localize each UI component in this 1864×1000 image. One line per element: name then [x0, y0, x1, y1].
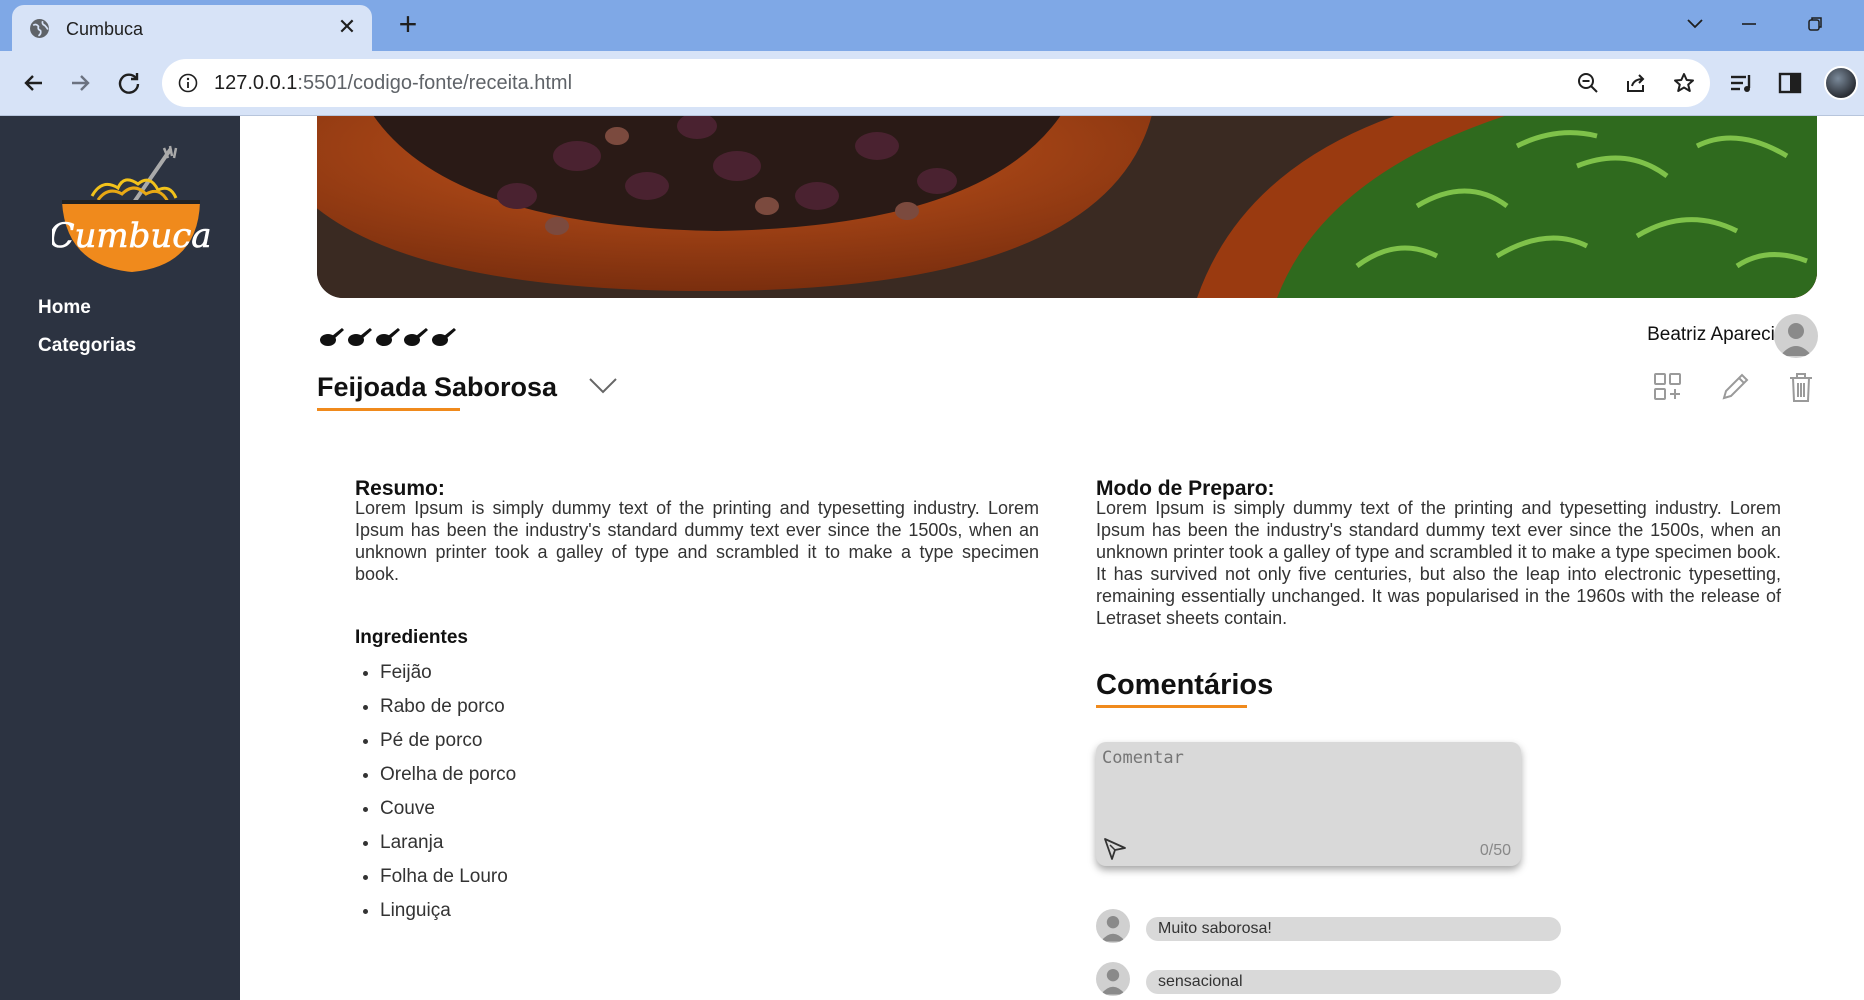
profile-avatar[interactable] — [1824, 66, 1858, 100]
url-text[interactable]: 127.0.0.1:5501/codigo-fonte/receita.html — [214, 72, 572, 95]
site-info-icon[interactable] — [178, 73, 198, 93]
logo-text: Cumbuca — [52, 216, 210, 256]
user-icon — [1100, 915, 1126, 942]
comments-underline — [1096, 705, 1247, 708]
browser-toolbar: 127.0.0.1:5501/codigo-fonte/receita.html — [0, 51, 1864, 116]
side-panel-icon[interactable] — [1776, 69, 1804, 97]
zoom-out-icon[interactable] — [1576, 71, 1600, 95]
summary-text: Lorem Ipsum is simply dummy text of the … — [355, 498, 1039, 584]
restore-icon[interactable] — [1800, 12, 1830, 36]
tab-title: Cumbuca — [66, 19, 144, 39]
media-controls-icon[interactable] — [1728, 69, 1756, 97]
chevron-down-icon[interactable] — [586, 373, 620, 399]
ingredients-heading: Ingredientes — [355, 627, 468, 648]
ingredients-list: Feijão Rabo de porco Pé de porco Orelha … — [355, 662, 516, 934]
char-counter: 0/50 — [1479, 842, 1511, 859]
list-item: Feijão — [380, 662, 516, 696]
send-icon[interactable] — [1102, 836, 1128, 862]
title-underline — [317, 408, 460, 411]
spoon-icon — [348, 328, 372, 346]
comment-form: 0/50 — [1096, 742, 1521, 866]
url-path: :5501/codigo-fonte/receita.html — [297, 72, 573, 94]
list-item: Folha de Louro — [380, 866, 516, 900]
minimize-icon[interactable] — [1734, 12, 1764, 36]
commenter-avatar — [1096, 962, 1130, 996]
trash-icon[interactable] — [1784, 370, 1818, 404]
sidebar-item-home[interactable]: Home — [38, 297, 91, 319]
list-item: Couve — [380, 798, 516, 832]
address-bar[interactable]: 127.0.0.1:5501/codigo-fonte/receita.html — [162, 59, 1710, 107]
spoon-icon — [320, 328, 344, 346]
list-item: Linguiça — [380, 900, 516, 934]
comments-heading: Comentários — [1096, 669, 1274, 701]
method-text: Lorem Ipsum is simply dummy text of the … — [1096, 498, 1781, 628]
comment-text: sensacional — [1146, 970, 1561, 994]
spoon-icon — [432, 328, 456, 346]
author-avatar[interactable] — [1774, 314, 1818, 358]
comment-item: sensacional — [1096, 962, 1561, 996]
list-item: Rabo de porco — [380, 696, 516, 730]
url-host: 127.0.0.1 — [214, 72, 298, 94]
share-icon[interactable] — [1624, 71, 1648, 95]
user-icon — [1100, 968, 1126, 995]
comment-input[interactable] — [1100, 746, 1516, 826]
bookmark-star-icon[interactable] — [1672, 71, 1696, 95]
back-arrow-icon[interactable] — [18, 68, 48, 98]
sidebar-item-categorias[interactable]: Categorias — [38, 335, 136, 357]
commenter-avatar — [1096, 909, 1130, 943]
browser-tab[interactable]: Cumbuca ✕ — [12, 5, 372, 51]
rating-spoons[interactable] — [318, 320, 458, 350]
spoon-icon — [376, 328, 400, 346]
list-item: Orelha de porco — [380, 764, 516, 798]
comment-text: Muito saborosa! — [1146, 917, 1561, 941]
user-icon — [1780, 323, 1812, 356]
recipe-hero-image — [317, 116, 1817, 298]
list-item: Pé de porco — [380, 730, 516, 764]
comment-item: Muito saborosa! — [1096, 909, 1561, 943]
recipe-page: Beatriz Aparecida Feijoada Saborosa Resu… — [240, 116, 1864, 1000]
cumbuca-logo[interactable]: Cumbuca — [52, 144, 210, 284]
sidebar: Cumbuca Home Categorias — [0, 116, 240, 1000]
list-item: Laranja — [380, 832, 516, 866]
close-tab-icon[interactable]: ✕ — [334, 14, 360, 40]
globe-icon — [30, 19, 49, 38]
new-tab-button[interactable]: + — [392, 8, 424, 41]
forward-arrow-icon[interactable] — [66, 68, 96, 98]
tab-search-icon[interactable] — [1680, 12, 1710, 36]
spoon-icon — [404, 328, 428, 346]
reload-icon[interactable] — [114, 68, 144, 98]
browser-tab-strip: Cumbuca ✕ + — [0, 0, 1864, 51]
edit-pencil-icon[interactable] — [1718, 370, 1752, 404]
add-to-category-icon[interactable] — [1651, 370, 1685, 404]
recipe-title: Feijoada Saborosa — [317, 372, 558, 402]
